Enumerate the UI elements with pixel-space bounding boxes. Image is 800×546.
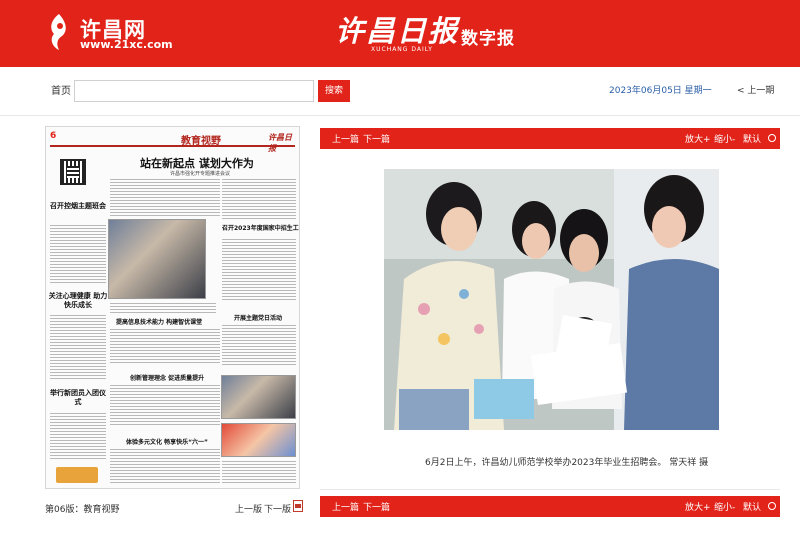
article-text-block: [50, 225, 106, 285]
search-button[interactable]: 搜索: [318, 80, 350, 102]
zoom-out-button[interactable]: 缩小-: [714, 500, 735, 513]
site-url: www.21xc.com: [80, 38, 173, 51]
lead-article-subtitle: 许昌市强化开专题推进会议: [170, 171, 231, 177]
thumb-article-photo[interactable]: [221, 375, 296, 419]
article-text-block: [222, 325, 296, 365]
thumb-lead-photo[interactable]: [108, 219, 206, 299]
side-article-heading[interactable]: 关注心理健康 助力快乐成长: [48, 292, 108, 310]
article-text-block: [110, 179, 220, 217]
article-text-block: [110, 385, 220, 427]
thumb-article-heading[interactable]: 召开2023年度国家中招生工作会议: [222, 223, 299, 232]
article-text-block: [222, 179, 296, 219]
article-text-block: [110, 449, 220, 483]
thumb-article-heading[interactable]: 创新管理理念 促进质量提升: [130, 373, 204, 382]
masthead-english: XUCHANG DAILY: [371, 46, 433, 53]
next-page-link[interactable]: 下一版: [264, 502, 291, 515]
home-link[interactable]: 首页: [51, 82, 71, 97]
photo-caption: 6月2日上午，许昌幼儿师范学校举办2023年毕业生招聘会。 常天祥 摄: [425, 458, 709, 468]
thumb-header-rule: [50, 145, 295, 147]
default-circle-icon: [768, 502, 776, 510]
default-size-button[interactable]: 默认: [743, 132, 761, 145]
school-logo: [56, 467, 98, 483]
article-text-block: [222, 239, 296, 301]
thumb-article-heading[interactable]: 开展主题党日活动: [234, 313, 282, 322]
site-header: 许昌网 www.21xc.com 许昌日报 XUCHANG DAILY 数字报: [0, 0, 800, 67]
newspaper-page-thumbnail[interactable]: 6 教育视野 许昌日报 站在新起点 谋划大作为 许昌市强化开专题推进会议 召开控…: [45, 126, 300, 489]
prev-article-link[interactable]: 上一篇: [332, 132, 359, 145]
article-text-block: [50, 413, 106, 459]
article-toolbar-top: 上一篇 下一篇 放大+ 缩小- 默认: [320, 128, 780, 149]
next-article-link[interactable]: 下一篇: [363, 132, 390, 145]
article-photo[interactable]: [384, 169, 719, 430]
article-text-block: [110, 329, 220, 365]
qr-code-icon: [60, 159, 86, 185]
prev-issue-link[interactable]: < 上一期: [737, 83, 774, 96]
side-article-heading[interactable]: 举行新团员入团仪式: [48, 389, 108, 407]
article-toolbar-bottom: 上一篇 下一篇 放大+ 缩小- 默认: [320, 496, 780, 517]
default-circle-icon: [768, 134, 776, 142]
zoom-in-button[interactable]: 放大+: [685, 500, 711, 513]
site-logo[interactable]: 许昌网 www.21xc.com: [46, 12, 173, 54]
thumb-article-photo[interactable]: [221, 423, 296, 457]
prev-page-link[interactable]: 上一版: [235, 502, 262, 515]
zoom-out-button[interactable]: 缩小-: [714, 132, 735, 145]
newspaper-masthead: 许昌日报 XUCHANG DAILY: [335, 8, 457, 54]
prev-article-link[interactable]: 上一篇: [332, 500, 359, 513]
zoom-in-button[interactable]: 放大+: [685, 132, 711, 145]
article-photo-illustration: [384, 169, 719, 430]
article-text-block: [110, 303, 216, 315]
pdf-download-icon[interactable]: [293, 500, 303, 512]
article-text-block: [222, 461, 296, 483]
thumb-masthead: 许昌日报: [268, 133, 292, 153]
side-article-heading[interactable]: 召开控烟主题班会: [48, 202, 108, 211]
masthead-title: 许昌日报: [335, 14, 460, 48]
page-number: 6: [50, 131, 57, 141]
search-input[interactable]: [74, 80, 314, 102]
lead-article-title[interactable]: 站在新起点 谋划大作为: [140, 155, 254, 171]
edition-name: 第06版：教育视野: [45, 505, 120, 515]
header-divider: [0, 115, 800, 116]
caption-divider: [320, 489, 780, 490]
next-article-link[interactable]: 下一篇: [363, 500, 390, 513]
article-text-block: [50, 315, 106, 379]
thumb-article-heading[interactable]: 提高信息技术能力 构建智优课堂: [116, 317, 202, 326]
digital-edition-label: 数字报: [461, 29, 515, 49]
issue-date: 2023年06月05日 星期一: [609, 86, 712, 96]
default-size-button[interactable]: 默认: [743, 500, 761, 513]
logo-mark-icon: [51, 14, 66, 50]
thumb-article-heading[interactable]: 体验多元文化 畅享快乐“六一”: [126, 437, 208, 446]
